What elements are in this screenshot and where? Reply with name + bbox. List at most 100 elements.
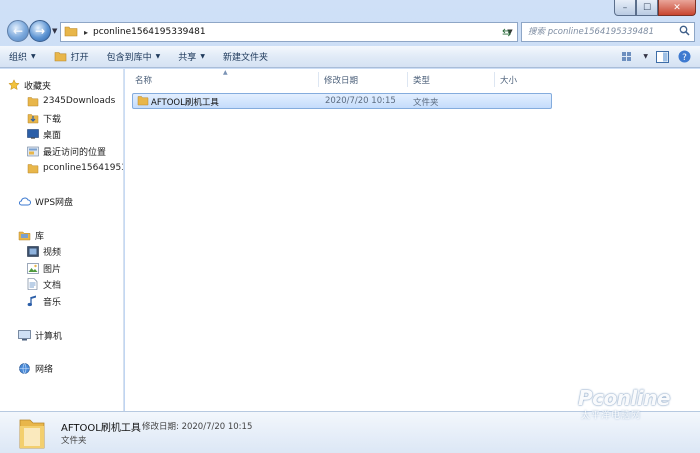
svg-text:?: ? — [682, 53, 687, 63]
watermark-main: Pconline — [578, 386, 671, 410]
back-button[interactable]: ← — [7, 20, 29, 42]
search-icon[interactable] — [679, 25, 690, 39]
help-icon[interactable]: ? — [676, 50, 692, 64]
organize-menu[interactable]: 组织 ▼ — [0, 46, 45, 68]
chevron-down-icon: ▼ — [200, 53, 205, 60]
folder-large-icon — [17, 416, 47, 453]
column-size-label: 大小 — [500, 75, 518, 86]
nav-wps-label: WPS网盘 — [35, 197, 74, 208]
details-modified-value: 2020/7/20 10:15 — [181, 422, 253, 432]
organize-label: 组织 — [9, 53, 28, 63]
refresh-icon[interactable]: ⇆ — [502, 26, 511, 39]
nav-computer[interactable]: 计算机 — [18, 327, 62, 343]
new-folder-label: 新建文件夹 — [222, 53, 268, 63]
nav-item-label: 视频 — [43, 247, 62, 258]
column-header-name[interactable]: 名称 — [135, 71, 152, 88]
chevron-down-icon: ▼ — [155, 53, 161, 60]
document-icon — [26, 278, 39, 290]
include-in-library-menu[interactable]: 包含到库中 ▼ — [98, 46, 170, 68]
open-label: 打开 — [70, 53, 89, 63]
column-modified-label: 修改日期 — [324, 75, 359, 86]
folder-open-icon — [54, 51, 67, 62]
column-type-label: 类型 — [413, 75, 431, 86]
search-box[interactable] — [521, 22, 695, 42]
download-folder-icon — [26, 112, 39, 124]
view-dropdown-icon[interactable]: ▼ — [643, 53, 648, 60]
nav-wps-cloud[interactable]: WPS网盘 — [18, 193, 73, 209]
breadcrumb-current-folder[interactable]: pconline1564195339481 — [93, 27, 206, 37]
folder-icon — [26, 162, 39, 174]
navigation-pane: 收藏夹 2345Downloads 下载 桌面 最近访问的位置 pconline… — [0, 69, 124, 411]
library-icon — [18, 229, 31, 241]
caption-buttons: – ☐ ✕ — [614, 0, 696, 16]
file-type: 文件夹 — [413, 98, 439, 108]
nav-item-documents[interactable]: 文档 — [26, 276, 61, 292]
details-modified-label: 修改日期: — [142, 422, 179, 432]
nav-item-label: 音乐 — [43, 297, 62, 308]
close-button[interactable]: ✕ — [658, 0, 696, 16]
nav-item-desktop[interactable]: 桌面 — [26, 126, 61, 142]
file-row[interactable]: AFTOOL刷机工具 2020/7/20 10:15 文件夹 — [132, 93, 552, 109]
file-list-pane: ▲ 名称 修改日期 类型 大小 AFTOOL刷机工具 2020/7/20 10:… — [125, 69, 700, 411]
address-bar[interactable]: ▸ pconline1564195339481 ▼ — [60, 22, 518, 42]
nav-network[interactable]: 网络 — [18, 360, 53, 376]
minimize-button[interactable]: – — [614, 0, 636, 16]
nav-libraries[interactable]: 库 — [18, 227, 44, 243]
sort-indicator-icon: ▲ — [223, 69, 228, 76]
forward-button[interactable]: → — [29, 20, 51, 42]
details-file-type: 文件夹 — [61, 436, 87, 446]
nav-item-label: 下载 — [43, 114, 62, 125]
nav-item-label: pconline15641953 — [43, 163, 124, 173]
cloud-icon — [18, 195, 31, 207]
column-header-modified[interactable]: 修改日期 — [324, 71, 358, 88]
search-input[interactable] — [528, 27, 678, 37]
column-name-label: 名称 — [135, 75, 153, 86]
explorer-window: – ☐ ✕ ← → ▼ ▸ pconline1564195339481 ▼ ⇆ … — [0, 0, 700, 453]
preview-pane-icon[interactable] — [654, 50, 670, 64]
breadcrumb-separator[interactable]: ▸ — [84, 28, 88, 37]
column-divider[interactable] — [494, 72, 495, 87]
network-icon — [18, 362, 31, 374]
watermark-sub: 太平洋电脑网 — [581, 411, 642, 421]
nav-item-pictures[interactable]: 图片 — [26, 260, 61, 276]
column-divider[interactable] — [318, 72, 319, 87]
view-options-icon[interactable] — [621, 50, 637, 64]
include-in-library-label: 包含到库中 — [106, 53, 152, 63]
nav-item-label: 文档 — [43, 280, 62, 291]
nav-item-2345downloads[interactable]: 2345Downloads — [26, 93, 115, 109]
nav-item-music[interactable]: 音乐 — [26, 293, 61, 309]
details-modified: 修改日期: 2020/7/20 10:15 — [142, 420, 252, 432]
video-icon — [26, 245, 39, 257]
music-note-icon — [26, 295, 39, 307]
share-label: 共享 — [178, 53, 197, 63]
desktop-icon — [26, 128, 39, 140]
share-menu[interactable]: 共享 ▼ — [169, 46, 214, 68]
nav-favorites-label: 收藏夹 — [24, 81, 52, 92]
pconline-watermark-logo: Pconline 太平洋电脑网 — [578, 386, 698, 426]
nav-item-recent-places[interactable]: 最近访问的位置 — [26, 143, 106, 159]
details-file-name: AFTOOL刷机工具 — [61, 423, 141, 434]
nav-item-label: 图片 — [43, 264, 62, 275]
picture-icon — [26, 262, 39, 274]
open-button[interactable]: 打开 — [45, 46, 98, 68]
computer-icon — [18, 329, 31, 341]
column-divider[interactable] — [407, 72, 408, 87]
nav-favorites[interactable]: 收藏夹 — [7, 77, 51, 93]
nav-item-downloads[interactable]: 下载 — [26, 110, 61, 126]
column-header-size[interactable]: 大小 — [500, 71, 517, 88]
folder-icon — [137, 95, 149, 109]
command-bar: 组织 ▼ 打开 包含到库中 ▼ 共享 ▼ 新建文件夹 ▼ ? — [0, 46, 700, 68]
nav-item-label: 桌面 — [43, 130, 62, 141]
address-row: ← → ▼ ▸ pconline1564195339481 ▼ ⇆ — [0, 18, 700, 46]
nav-item-pconline-folder[interactable]: pconline15641953 — [26, 160, 124, 176]
toolbar-right-group: ▼ ? — [621, 50, 700, 64]
nav-item-label: 最近访问的位置 — [43, 147, 107, 158]
nav-computer-label: 计算机 — [35, 331, 63, 342]
new-folder-button[interactable]: 新建文件夹 — [214, 46, 277, 68]
file-modified: 2020/7/20 10:15 — [325, 96, 396, 106]
recent-places-icon — [26, 145, 39, 157]
nav-item-videos[interactable]: 视频 — [26, 243, 61, 259]
column-header-type[interactable]: 类型 — [413, 71, 430, 88]
recent-pages-dropdown[interactable]: ▼ — [52, 27, 57, 35]
maximize-button[interactable]: ☐ — [636, 0, 658, 16]
